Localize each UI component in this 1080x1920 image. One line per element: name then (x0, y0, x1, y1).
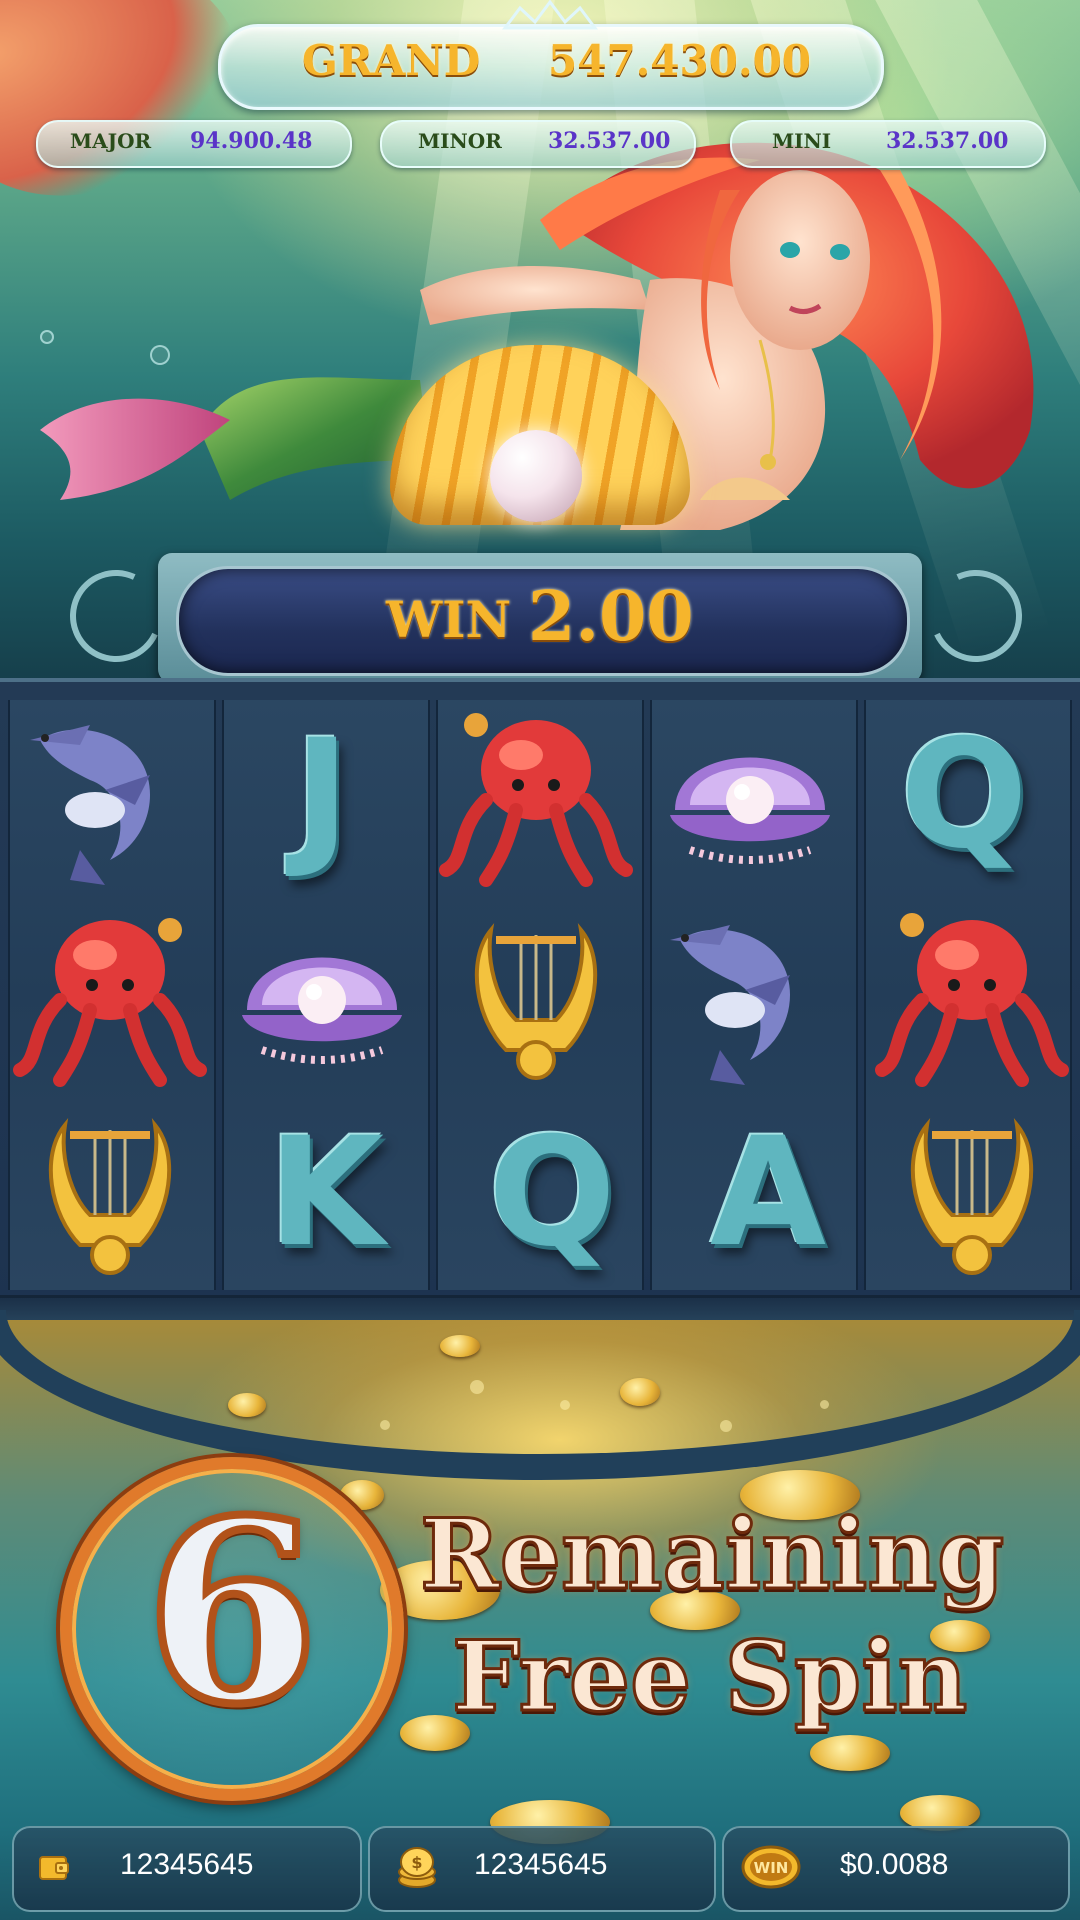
bet-value: 12345645 (474, 1848, 608, 1881)
mini-jackpot-value: 32.537.00 (886, 128, 1009, 154)
win-amount: 2.00 (528, 577, 694, 657)
minor-jackpot-label: MINOR (418, 129, 502, 153)
symbol-k: K (267, 1106, 385, 1280)
pearl-clam-icon (242, 957, 402, 1064)
mini-jackpot-label: MINI (772, 129, 832, 153)
win-label: WIN (386, 590, 512, 649)
win-badge-text: WIN (754, 1859, 789, 1877)
golden-lyre-icon (48, 1118, 172, 1275)
golden-lyre-icon (910, 1118, 1034, 1275)
gold-coin (620, 1378, 660, 1406)
wallet-icon (39, 1856, 69, 1880)
grand-jackpot-value: 547.430.00 (548, 36, 812, 85)
gold-coin (810, 1735, 890, 1771)
red-octopus-icon (875, 913, 1069, 1087)
symbol-q: Q (900, 708, 1028, 882)
pearl-clam-icon (670, 757, 830, 864)
golden-lyre-icon (474, 923, 598, 1080)
grand-jackpot-label: GRAND (302, 36, 481, 85)
gold-coin (228, 1393, 266, 1417)
symbol-a: A (709, 1106, 827, 1280)
coin-stack-icon: $ (398, 1847, 436, 1888)
free-spin-text: Free Spin (450, 1619, 968, 1735)
major-jackpot-label: MAJOR (70, 129, 152, 153)
svg-text:$: $ (411, 1853, 422, 1872)
symbol-j: J (294, 708, 350, 882)
gold-coin (440, 1335, 480, 1357)
remaining-text: Remaining (418, 1497, 1005, 1613)
hammerhead-shark-icon (30, 725, 150, 885)
major-jackpot-value: 94.900.48 (190, 128, 313, 154)
free-spin-count: 6 (141, 1461, 323, 1763)
win-value: $0.0088 (840, 1848, 949, 1881)
balance-value: 12345645 (120, 1848, 254, 1881)
giant-pearl (490, 430, 582, 522)
hammerhead-shark-icon (670, 925, 790, 1085)
minor-jackpot-value: 32.537.00 (548, 128, 671, 154)
crown-ornament-icon (502, 0, 598, 30)
win-badge-icon: WIN (741, 1845, 801, 1889)
game-screen: GRAND 547.430.00 MAJOR 94.900.48 MINOR 3… (0, 0, 1080, 1920)
red-octopus-icon (439, 713, 633, 887)
symbol-q: Q (488, 1106, 616, 1280)
red-octopus-icon (13, 918, 207, 1087)
